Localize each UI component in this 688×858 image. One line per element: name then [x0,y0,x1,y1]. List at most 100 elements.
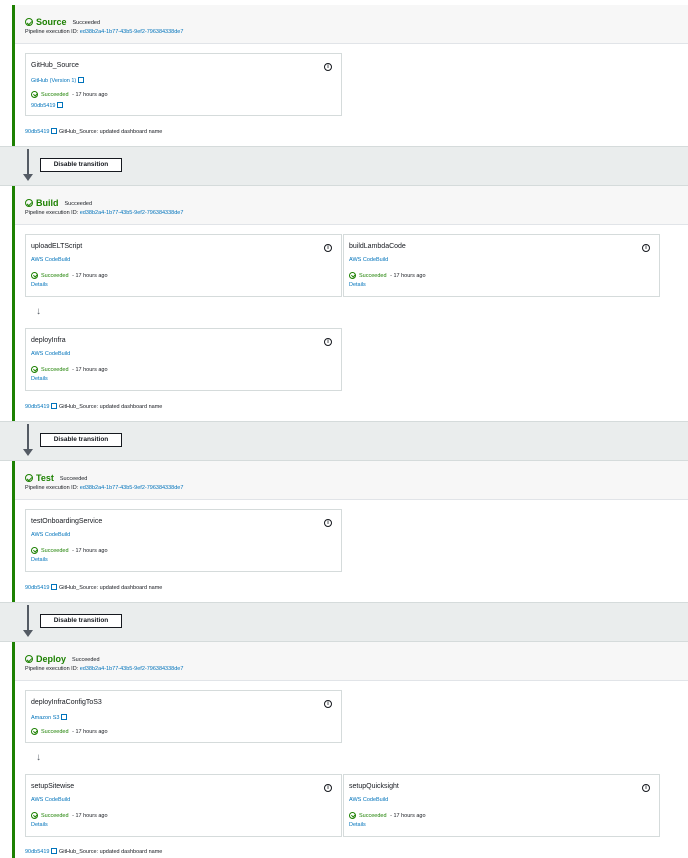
info-icon[interactable]: i [324,338,332,346]
stage-name: Deploy [36,654,67,664]
stage-header: Deploy Succeeded Pipeline execution ID: … [15,642,688,681]
info-icon[interactable]: i [324,519,332,527]
arrow-down-icon [23,630,33,637]
execution-id-link[interactable]: ed38b2a4-1b77-43b5-9ef2-796384338de7 [80,29,184,35]
action-status: Succeeded - 17 hours ago [31,728,108,735]
commit-id-link[interactable]: 90db5419 [25,583,58,591]
details-link[interactable]: Details [31,376,48,382]
details-link[interactable]: Details [31,822,48,828]
info-icon[interactable]: i [642,784,650,792]
stage-deploy: Deploy Succeeded Pipeline execution ID: … [12,642,688,858]
execution-id: Pipeline execution ID: ed38b2a4-1b77-43b… [25,210,184,216]
action-card-github-source: GitHub_Source i GitHub (Version 1) Succe… [25,53,342,116]
success-check-icon [349,272,356,279]
action-name: GitHub_Source [31,62,79,69]
commit-summary: 90db5419 GitHub_Source: updated dashboar… [25,127,163,135]
success-check-icon [31,547,38,554]
disable-transition-button[interactable]: Disable transition [40,614,122,628]
arrow-down-icon: ↓ [36,306,41,317]
action-name: setupQuicksight [349,783,399,790]
provider-link[interactable]: Amazon S3 [31,713,68,721]
arrow-down-icon: ↓ [36,752,41,763]
success-check-icon [31,91,38,98]
action-status: Succeeded - 17 hours ago [349,272,426,279]
action-name: uploadELTScript [31,243,83,250]
action-card-setup-quicksight: setupQuicksight i AWS CodeBuild Succeede… [343,774,660,837]
details-link[interactable]: Details [349,822,366,828]
success-check-icon [31,272,38,279]
external-link-icon [51,402,58,409]
commit-summary: 90db5419 GitHub_Source: updated dashboar… [25,583,163,591]
action-card-upload-elt-script: uploadELTScript i AWS CodeBuild Succeede… [25,234,342,297]
transition-arrow [27,149,29,177]
provider-link[interactable]: GitHub (Version 1) [31,76,85,84]
commit-summary: 90db5419 GitHub_Source: updated dashboar… [25,402,163,410]
stage-status: Succeeded [64,200,93,207]
action-name: testOnboardingService [31,518,103,525]
stage-status: Succeeded [59,475,88,482]
transition-test-deploy: Disable transition [0,602,688,642]
details-link[interactable]: Details [349,282,366,288]
info-icon[interactable]: i [324,700,332,708]
stage-test: Test Succeeded Pipeline execution ID: ed… [12,461,688,602]
stage-status: Succeeded [72,656,100,663]
provider-link[interactable]: AWS CodeBuild [31,797,70,803]
success-check-icon [31,366,38,373]
commit-id-link[interactable]: 90db5419 [25,127,58,135]
external-link-icon [51,583,58,590]
stage-build: Build Succeeded Pipeline execution ID: e… [12,186,688,421]
success-check-icon [25,199,33,207]
stage-status: Succeeded [72,19,101,26]
external-link-icon [78,76,85,83]
execution-id-link[interactable]: ed38b2a4-1b77-43b5-9ef2-796384338de7 [80,666,184,672]
details-link[interactable]: Details [31,282,48,288]
stage-header: Test Succeeded Pipeline execution ID: ed… [15,461,688,500]
provider-link[interactable]: AWS CodeBuild [31,257,70,263]
action-status: Succeeded - 17 hours ago [31,812,108,819]
stage-header: Build Succeeded Pipeline execution ID: e… [15,186,688,225]
transition-source-build: Disable transition [0,146,688,186]
action-status: Succeeded - 17 hours ago [31,547,108,554]
stage-source: Source Succeeded Pipeline execution ID: … [12,5,688,146]
action-name: deployInfra [31,337,66,344]
external-link-icon [51,847,58,854]
stage-name: Build [36,198,59,208]
arrow-down-icon [23,174,33,181]
action-status: Succeeded - 17 hours ago [31,366,108,373]
external-link-icon [51,127,58,134]
commit-id-link[interactable]: 90db5419 [25,847,58,855]
action-card-setup-sitewise: setupSitewise i AWS CodeBuild Succeeded … [25,774,342,837]
commit-link[interactable]: 90db5419 [31,101,64,109]
success-check-icon [31,812,38,819]
provider-link[interactable]: AWS CodeBuild [349,257,388,263]
info-icon[interactable]: i [324,244,332,252]
disable-transition-button[interactable]: Disable transition [40,433,122,447]
info-icon[interactable]: i [324,784,332,792]
execution-id-link[interactable]: ed38b2a4-1b77-43b5-9ef2-796384338de7 [80,485,184,491]
arrow-down-icon [23,449,33,456]
stage-name: Test [36,473,54,483]
external-link-icon [61,713,68,720]
info-icon[interactable]: i [324,63,332,71]
stage-name: Source [36,17,67,27]
provider-link[interactable]: AWS CodeBuild [31,351,70,357]
action-name: deployInfraConfigToS3 [31,699,102,706]
execution-id-link[interactable]: ed38b2a4-1b77-43b5-9ef2-796384338de7 [80,210,184,216]
disable-transition-button[interactable]: Disable transition [40,158,122,172]
action-status: Succeeded - 17 hours ago [31,272,108,279]
execution-id: Pipeline execution ID: ed38b2a4-1b77-43b… [25,485,184,491]
transition-arrow [27,605,29,633]
commit-id-link[interactable]: 90db5419 [25,402,58,410]
info-icon[interactable]: i [642,244,650,252]
provider-link[interactable]: AWS CodeBuild [31,532,70,538]
success-check-icon [31,728,38,735]
action-name: buildLambdaCode [349,243,406,250]
action-card-test-onboarding-service: testOnboardingService i AWS CodeBuild Su… [25,509,342,572]
action-name: setupSitewise [31,783,75,790]
action-status: Succeeded - 17 hours ago [349,812,426,819]
details-link[interactable]: Details [31,557,48,563]
success-check-icon [25,18,33,26]
provider-link[interactable]: AWS CodeBuild [349,797,388,803]
success-check-icon [349,812,356,819]
stage-header: Source Succeeded Pipeline execution ID: … [15,5,688,44]
